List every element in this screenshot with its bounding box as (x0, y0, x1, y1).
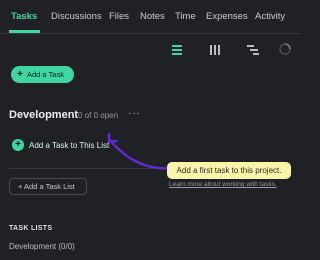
plus-circle-icon: + (12, 139, 24, 151)
add-task-label: Add a Task (27, 70, 64, 79)
onboarding-tooltip: Add a first task to this project. (167, 162, 291, 179)
list-divider (9, 168, 154, 169)
tab-expenses[interactable]: Expenses (206, 11, 248, 22)
tab-files[interactable]: Files (109, 11, 129, 22)
plus-icon: + (17, 69, 23, 80)
task-list-count: 0 of 0 open (78, 111, 119, 120)
timeline-view-icon[interactable] (246, 44, 260, 56)
tab-discussions[interactable]: Discussions (51, 11, 102, 22)
tab-bar: Tasks Discussions Files Notes Time Expen… (0, 0, 300, 34)
task-lists-heading: TASK LISTS (9, 225, 53, 232)
task-list-more-button[interactable]: ··· (128, 108, 141, 119)
columns-view-icon[interactable] (208, 44, 222, 56)
tab-activity[interactable]: Activity (255, 11, 285, 22)
add-task-button[interactable]: + Add a Task (11, 66, 74, 83)
task-list-title[interactable]: Development (9, 109, 78, 121)
list-view-icon[interactable] (170, 44, 184, 56)
learn-more-link[interactable]: Learn more about working with tasks. (169, 181, 277, 188)
add-task-to-list-label: Add a Task to This List (29, 141, 110, 150)
tab-time[interactable]: Time (175, 11, 196, 22)
tab-notes[interactable]: Notes (140, 11, 165, 22)
tab-tasks[interactable]: Tasks (11, 11, 37, 22)
active-tab-indicator (9, 30, 40, 33)
onboarding-arrow (107, 132, 171, 170)
loading-spinner-icon (279, 43, 291, 55)
task-list-link[interactable]: Development (0/0) (9, 242, 75, 251)
add-task-list-button[interactable]: + Add a Task List (9, 178, 87, 195)
